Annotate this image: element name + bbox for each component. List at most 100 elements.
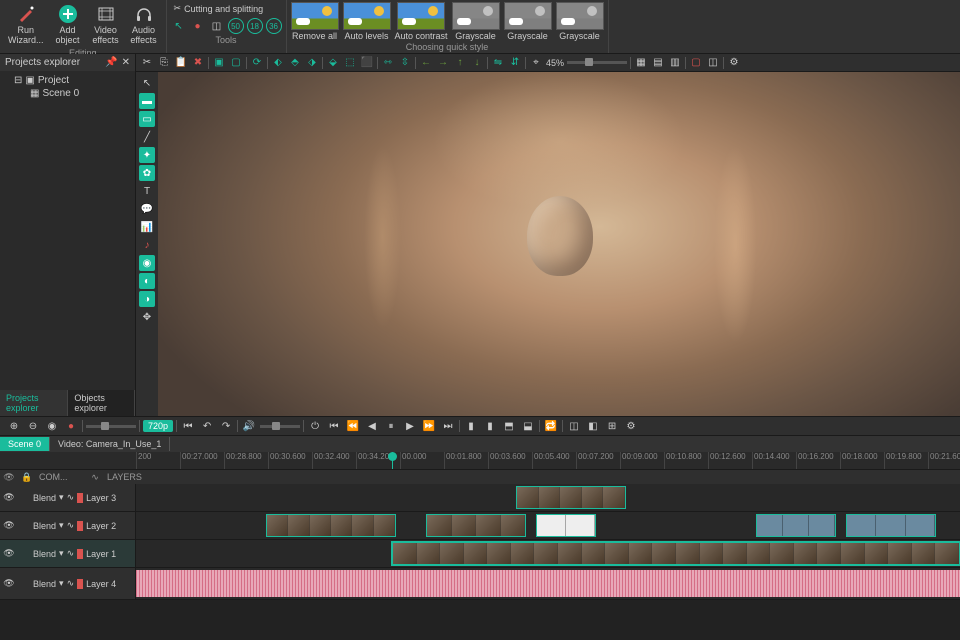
track-content[interactable] (136, 512, 960, 539)
text-tool-icon[interactable]: T (139, 183, 155, 199)
style-grayscale-3[interactable]: Grayscale (556, 2, 604, 41)
tl-tab-video[interactable]: Video: Camera_In_Use_1 (50, 437, 170, 451)
tree-scene[interactable]: ▦Scene 0 (2, 87, 133, 100)
zoom-slider[interactable] (567, 61, 627, 64)
flip-v-icon[interactable]: ⇵ (508, 56, 522, 70)
paste-icon[interactable]: 📋 (174, 56, 188, 70)
copy-icon[interactable]: ⎘ (157, 56, 171, 70)
style-auto-contrast[interactable]: Auto contrast (395, 2, 448, 41)
clip-selected[interactable] (392, 542, 960, 565)
resolution-badge[interactable]: 720p (143, 420, 173, 432)
audio-clip[interactable] (136, 570, 960, 597)
align-center-v-icon[interactable]: ⬚ (343, 56, 357, 70)
align-top-icon[interactable]: ⬙ (326, 56, 340, 70)
marker-1-icon[interactable]: ▮ (463, 418, 479, 434)
chevron-down-icon[interactable]: ▾ (59, 548, 64, 559)
tool-btn-50[interactable]: 50 (228, 18, 244, 34)
eye-header-icon[interactable]: 👁 (0, 472, 18, 483)
delete-icon[interactable]: ✖ (191, 56, 205, 70)
rewind-icon[interactable]: ⏪ (345, 418, 361, 434)
add-object-button[interactable]: Addobject (50, 2, 86, 47)
tab-projects-explorer[interactable]: Projects explorer (0, 390, 68, 416)
rect-tool-icon[interactable]: ▬ (139, 93, 155, 109)
view-3-icon[interactable]: ⊞ (604, 418, 620, 434)
chevron-down-icon[interactable]: ▾ (59, 520, 64, 531)
arrow-left-icon[interactable]: ← (419, 56, 433, 70)
distribute-v-icon[interactable]: ⇳ (398, 56, 412, 70)
layer-name[interactable]: Layer 1 (86, 549, 116, 559)
volume-icon[interactable]: 🔊 (241, 418, 257, 434)
blob-tool-icon[interactable]: ✦ (139, 147, 155, 163)
tl-zoom-slider[interactable] (86, 425, 136, 428)
run-wizard-button[interactable]: RunWizard... (4, 2, 48, 47)
timeline-ruler[interactable]: 200 00:27.000 00:28.800 00:30.600 00:32.… (0, 452, 960, 470)
bounds-icon[interactable]: ▢ (689, 56, 703, 70)
audio-tool-icon[interactable]: ♪ (139, 237, 155, 253)
eye-icon[interactable]: 👁 (3, 548, 15, 559)
color-chip[interactable] (77, 549, 83, 559)
layer-back-icon[interactable]: ▢ (229, 56, 243, 70)
eye-icon[interactable]: 👁 (3, 492, 15, 503)
arrow-right-icon[interactable]: → (436, 56, 450, 70)
playhead[interactable] (392, 452, 393, 469)
skip-end-icon[interactable]: ⏭ (440, 418, 456, 434)
waveform-header-icon[interactable]: ∿ (86, 472, 104, 483)
tool-btn-18[interactable]: 18 (247, 18, 263, 34)
shape-tool-icon[interactable]: ▭ (139, 111, 155, 127)
layer-front-icon[interactable]: ▣ (212, 56, 226, 70)
align-center-h-icon[interactable]: ⬘ (288, 56, 302, 70)
power-icon[interactable]: ⏻ (307, 418, 323, 434)
zoom-value[interactable]: 45% (546, 58, 564, 68)
align-left-icon[interactable]: ⬖ (271, 56, 285, 70)
marker-3-icon[interactable]: ⬒ (501, 418, 517, 434)
layer-name[interactable]: Layer 4 (86, 579, 116, 589)
flip-h-icon[interactable]: ⇋ (491, 56, 505, 70)
view-2-icon[interactable]: ◧ (585, 418, 601, 434)
align-right-icon[interactable]: ⬗ (305, 56, 319, 70)
chevron-down-icon[interactable]: ▾ (59, 578, 64, 589)
tree-project[interactable]: ⊟▣Project (2, 74, 133, 87)
pb-record-icon[interactable]: ● (63, 418, 79, 434)
rotate-icon[interactable]: ⟳ (250, 56, 264, 70)
pin-icon[interactable]: 📌 (105, 57, 117, 68)
overlay-2-icon[interactable]: ◐ (139, 273, 155, 289)
gear-icon[interactable]: ⚙ (623, 418, 639, 434)
pb-prev-icon[interactable]: ⏮ (180, 418, 196, 434)
blend-label[interactable]: Blend (33, 579, 56, 589)
clip[interactable] (536, 514, 596, 537)
move-tool-icon[interactable]: ✥ (139, 309, 155, 325)
track-content[interactable] (136, 540, 960, 567)
caption-tool-icon[interactable]: 💬 (139, 201, 155, 217)
clip[interactable] (756, 514, 836, 537)
tl-tab-scene[interactable]: Scene 0 (0, 437, 50, 451)
eye-icon[interactable]: 👁 (3, 578, 15, 589)
tool-marker-icon[interactable]: ● (190, 18, 206, 34)
distribute-h-icon[interactable]: ⇿ (381, 56, 395, 70)
grid-2-icon[interactable]: ▤ (651, 56, 665, 70)
close-icon[interactable]: ✕ (122, 57, 130, 68)
wave-icon[interactable]: ∿ (67, 548, 75, 559)
safe-icon[interactable]: ◫ (706, 56, 720, 70)
pb-undo-icon[interactable]: ↶ (199, 418, 215, 434)
tool-cursor-icon[interactable]: ↖ (171, 18, 187, 34)
tab-objects-explorer[interactable]: Objects explorer (68, 390, 135, 416)
color-chip[interactable] (77, 521, 83, 531)
blend-label[interactable]: Blend (33, 549, 56, 559)
tool-btn-36[interactable]: 36 (266, 18, 282, 34)
chart-tool-icon[interactable]: 📊 (139, 219, 155, 235)
arrow-up-icon[interactable]: ↑ (453, 56, 467, 70)
clip[interactable] (266, 514, 396, 537)
style-auto-levels[interactable]: Auto levels (343, 2, 391, 41)
grid-1-icon[interactable]: ▦ (634, 56, 648, 70)
skip-start-icon[interactable]: ⏮ (326, 418, 342, 434)
pb-plus-icon[interactable]: ⊕ (6, 418, 22, 434)
marker-2-icon[interactable]: ▮ (482, 418, 498, 434)
step-fwd-icon[interactable]: ⏩ (421, 418, 437, 434)
pb-minus-icon[interactable]: ⊖ (25, 418, 41, 434)
loop-icon[interactable]: 🔁 (543, 418, 559, 434)
align-bottom-icon[interactable]: ⬛ (360, 56, 374, 70)
target-icon[interactable]: ⌖ (529, 56, 543, 70)
blend-label[interactable]: Blend (33, 521, 56, 531)
overlay-1-icon[interactable]: ◉ (139, 255, 155, 271)
play-icon[interactable]: ▶ (402, 418, 418, 434)
